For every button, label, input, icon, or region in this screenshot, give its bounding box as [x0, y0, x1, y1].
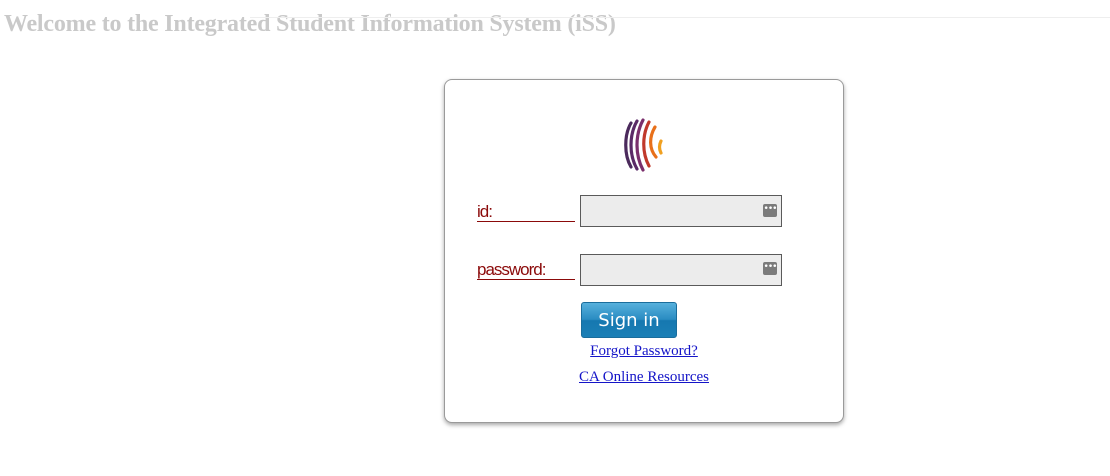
password-field[interactable]: [580, 254, 782, 286]
password-manager-key-icon[interactable]: •••: [763, 262, 777, 275]
id-field[interactable]: [580, 195, 782, 227]
id-label: id:: [477, 203, 575, 222]
forgot-password-link[interactable]: Forgot Password?: [445, 343, 843, 360]
logo-icon: [624, 118, 663, 172]
title-divider: [250, 17, 1110, 18]
ca-online-resources-link[interactable]: CA Online Resources: [445, 369, 843, 386]
login-card: id: ••• password: ••• Sign in Forgot Pas…: [444, 79, 844, 423]
sign-in-button[interactable]: Sign in: [581, 302, 677, 338]
password-manager-key-icon[interactable]: •••: [763, 204, 777, 217]
page-title: Welcome to the Integrated Student Inform…: [4, 11, 616, 37]
password-label: password:: [477, 261, 575, 280]
